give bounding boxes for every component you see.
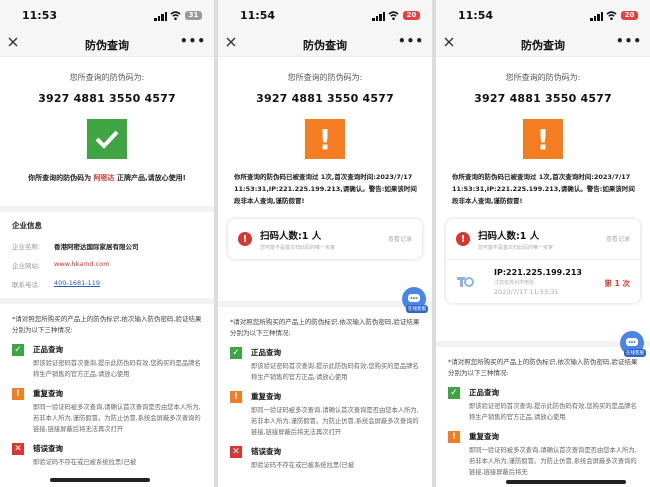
phone-screen-genuine: 11:53 31 防伪查询 ••• 您所查询的防伪码为: 3927 4881 3… <box>0 0 214 487</box>
scan-count: 扫码人数:1 人 <box>260 230 322 242</box>
phone-screen-records: 11:54 20 防伪查询 ••• 您所查询的防伪码为: 3927 4881 3… <box>436 0 650 487</box>
exclamation-icon: ! <box>448 431 460 443</box>
exclamation-icon: ! <box>523 119 563 159</box>
title-bar: 防伪查询 ••• <box>218 30 432 57</box>
wifi-icon <box>388 11 399 20</box>
instructions: *请对照您所购买的产品上的防伪标识,依次输入防伪密码,验证结果分别为以下三种情况… <box>12 315 202 334</box>
more-icon[interactable]: ••• <box>398 34 424 48</box>
list-item: ! 重复查询 即同一验证码被多次查询,请确认首次查询是否由您本人所为,若非本人所为… <box>436 423 650 478</box>
battery-icon: 20 <box>621 11 638 20</box>
code-label: 您所查询的防伪码为: <box>69 73 145 82</box>
record-count: 第 1 次 <box>604 279 630 288</box>
company-heading: 企业信息 <box>12 221 42 230</box>
check-icon: ✓ <box>448 387 460 399</box>
signal-icon <box>590 12 604 21</box>
list-item: ✕ 错误查询 即验证码不存在或已被系统拉黑(已被 <box>0 435 214 468</box>
more-icon[interactable]: ••• <box>616 34 642 48</box>
list-item: ! 重复查询 即同一验证码被多次查询,请确认首次查询是否由您本人所为,若非本人所为… <box>0 380 214 435</box>
instructions: *请对照您所购买的产品上的防伪标识,依次输入防伪密码,验证结果分别为以下三种情况… <box>230 318 420 337</box>
signal-icon <box>372 12 386 21</box>
result-message: 你所查询的防伪码为 阿密达 正牌产品,请放心使用! <box>28 174 186 182</box>
battery-icon: 31 <box>185 11 202 20</box>
scan-count: 扫码人数:1 人 <box>478 230 540 242</box>
redaction-bar <box>50 478 150 482</box>
scan-record-row: IP:221.225.199.213 江苏省苏州市电信 2023/7/17 11… <box>446 259 640 303</box>
company-row: 企业网站: www.hkamd.com <box>12 260 110 270</box>
warning-message: 你所查询的防伪码已被查询过 1次,首次查询时间:2023/7/17 11:53:… <box>234 173 417 205</box>
check-icon: ✓ <box>230 347 242 359</box>
list-item: ✓ 正品查询 即该验证密码首次查询,提示此防伪码有效,您购买的是品牌名称生产销售的… <box>0 336 214 380</box>
status-bar: 11:54 20 <box>436 0 650 30</box>
company-website-link[interactable]: www.hkamd.com <box>54 260 110 270</box>
cross-icon: ✕ <box>12 443 24 455</box>
exclamation-icon: ! <box>305 119 345 159</box>
view-records-button[interactable]: 查看记录 <box>606 234 630 243</box>
anti-fake-code: 3927 4881 3550 4577 <box>38 92 176 105</box>
check-icon: ✓ <box>12 344 24 356</box>
status-time: 11:54 <box>240 9 276 22</box>
wifi-icon <box>606 11 617 20</box>
company-phone-link[interactable]: 400-1681-119 <box>54 279 100 289</box>
list-item: ! 重复查询 即同一验证码被多次查询,请确认首次查询是否由您本人所为,若非本人所为… <box>218 383 432 438</box>
list-item: ✓ 正品查询 即该验证密码首次查询,提示此防伪码有效,您购买的是品牌名称生产销售的… <box>218 339 432 383</box>
list-item: ✕ 错误查询 即验证码不存在或已被系统拉黑(已被 <box>218 438 432 471</box>
code-label: 您所查询的防伪码为: <box>505 73 581 82</box>
warning-message: 你所查询的防伪码已被查询过 1次,首次查询时间:2023/7/17 11:53:… <box>452 173 635 205</box>
status-time: 11:54 <box>458 9 494 22</box>
anti-fake-code: 3927 4881 3550 4577 <box>474 92 612 105</box>
cross-icon: ✕ <box>230 446 242 458</box>
company-name: 香港阿密达国际家居有限公司 <box>54 243 139 251</box>
record-location: 江苏省苏州市电信 <box>494 279 535 286</box>
status-bar: 11:53 31 <box>0 0 214 30</box>
anti-fake-code: 3927 4881 3550 4577 <box>256 92 394 105</box>
check-icon <box>87 119 127 159</box>
scan-card: ! 扫码人数:1 人您可能不是首次扫此码的唯一买家 查看记录 <box>228 219 422 259</box>
title-bar: 防伪查询 ••• <box>436 30 650 57</box>
scan-card: ! 扫码人数:1 人您可能不是首次扫此码的唯一买家 查看记录 IP:221.22… <box>446 219 640 303</box>
instructions: *请对照您所购买的产品上的防伪标识,依次输入防伪密码,验证结果分别为以下三种情况… <box>448 358 638 377</box>
customer-service-label[interactable]: 在线客服 <box>624 349 646 357</box>
status-bar: 11:54 20 <box>218 0 432 30</box>
company-info: 企业信息 企业名称: 香港阿密达国际家居有限公司 企业网站: www.hkamd.c… <box>0 212 214 289</box>
record-time: 2023/7/17 11:53:31 <box>494 287 559 296</box>
status-time: 11:53 <box>22 9 58 22</box>
list-item: ✓ 正品查询 即该验证密码首次查询,提示此防伪码有效,您购买的是品牌名称生产销售的… <box>436 379 650 423</box>
brand-name: 阿密达 <box>93 174 115 182</box>
battery-icon: 20 <box>403 11 420 20</box>
more-icon[interactable]: ••• <box>180 34 206 48</box>
wifi-icon <box>170 11 181 20</box>
view-records-button[interactable]: 查看记录 <box>388 234 412 243</box>
scan-count-row: ! 扫码人数:1 人您可能不是首次扫此码的唯一买家 查看记录 <box>446 219 640 259</box>
company-row: 企业名称: 香港阿密达国际家居有限公司 <box>12 243 139 251</box>
exclamation-icon: ! <box>238 232 252 246</box>
logo-icon <box>456 275 474 289</box>
exclamation-icon: ! <box>456 232 470 246</box>
signal-icon <box>154 12 168 21</box>
title-bar: 防伪查询 ••• <box>0 30 214 57</box>
exclamation-icon: ! <box>230 391 242 403</box>
code-label: 您所查询的防伪码为: <box>287 73 363 82</box>
record-ip: IP:221.225.199.213 <box>494 267 582 277</box>
redaction-bar <box>506 480 626 484</box>
company-row: 联系电话: 400-1681-119 <box>12 279 101 289</box>
phone-screen-repeat: 11:54 20 防伪查询 ••• 您所查询的防伪码为: 3927 4881 3… <box>218 0 432 487</box>
scan-count-row: ! 扫码人数:1 人您可能不是首次扫此码的唯一买家 查看记录 <box>228 219 422 259</box>
customer-service-label[interactable]: 在线客服 <box>406 305 428 313</box>
exclamation-icon: ! <box>12 388 24 400</box>
